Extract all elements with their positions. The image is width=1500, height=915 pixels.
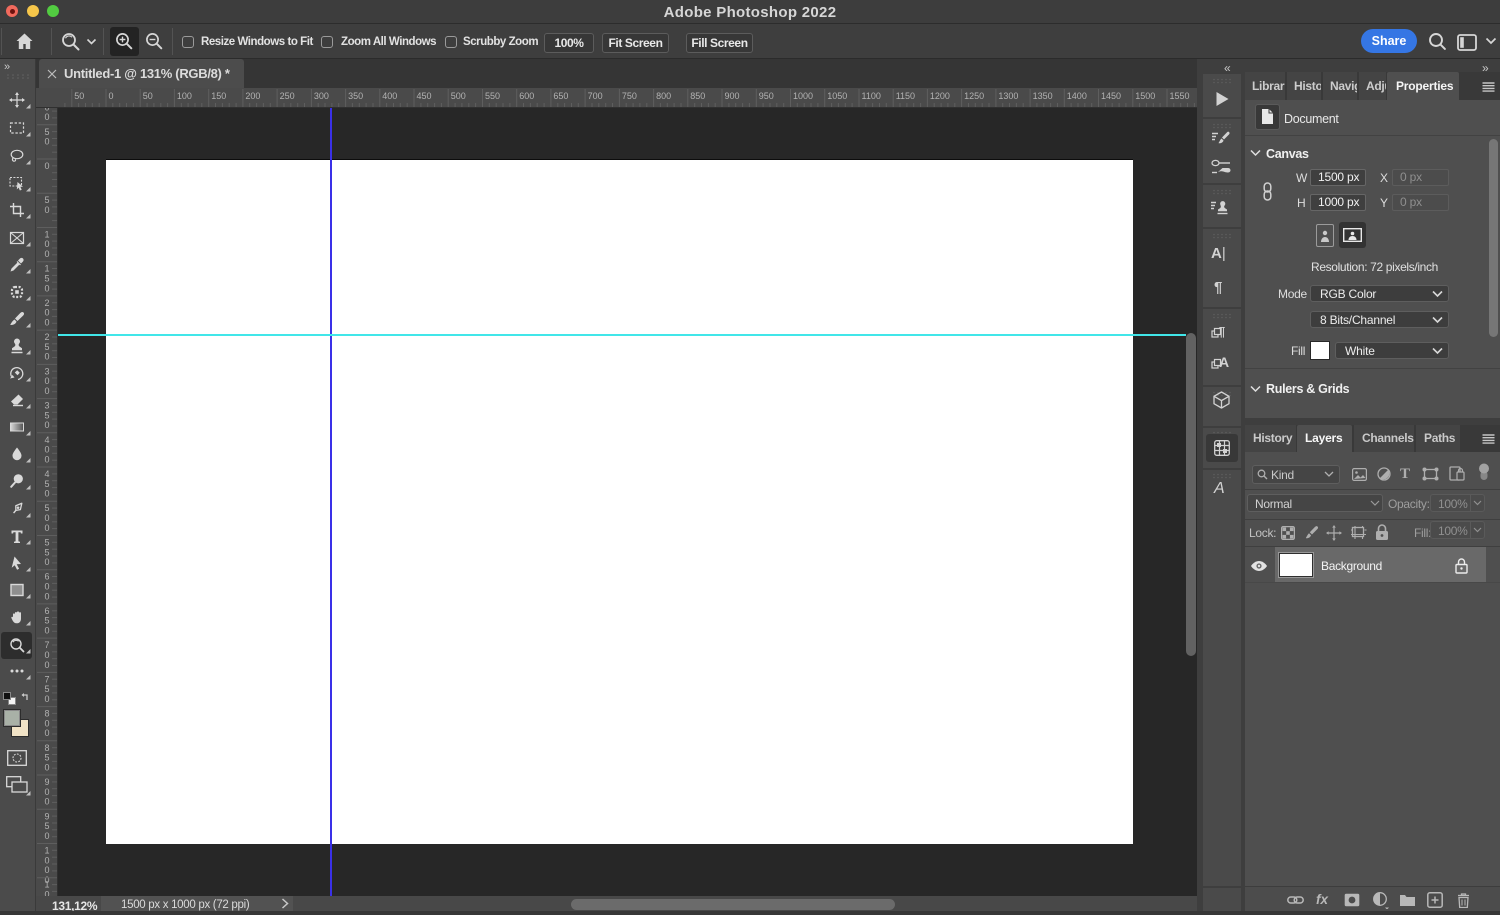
svg-text:4: 4 xyxy=(44,469,49,479)
svg-text:3: 3 xyxy=(44,401,49,411)
svg-text:2: 2 xyxy=(44,332,49,342)
svg-text:100: 100 xyxy=(177,91,192,101)
svg-text:5: 5 xyxy=(44,616,49,626)
svg-text:950: 950 xyxy=(759,91,774,101)
svg-text:2: 2 xyxy=(44,298,49,308)
svg-text:5: 5 xyxy=(44,503,49,513)
svg-text:8: 8 xyxy=(44,709,49,719)
svg-text:1500: 1500 xyxy=(1135,91,1155,101)
svg-text:200: 200 xyxy=(245,91,260,101)
svg-text:4: 4 xyxy=(44,435,49,445)
svg-text:0: 0 xyxy=(44,386,49,396)
svg-text:150: 150 xyxy=(211,91,226,101)
svg-text:9: 9 xyxy=(44,811,49,821)
svg-text:5: 5 xyxy=(44,821,49,831)
svg-text:0: 0 xyxy=(44,283,49,293)
svg-text:0: 0 xyxy=(44,865,49,875)
svg-text:600: 600 xyxy=(519,91,534,101)
svg-text:5: 5 xyxy=(44,753,49,763)
svg-text:250: 250 xyxy=(280,91,295,101)
svg-text:0: 0 xyxy=(44,626,49,636)
svg-text:5: 5 xyxy=(44,547,49,557)
svg-text:50: 50 xyxy=(143,91,153,101)
svg-text:0: 0 xyxy=(44,352,49,362)
svg-text:5: 5 xyxy=(44,410,49,420)
svg-text:750: 750 xyxy=(622,91,637,101)
svg-text:1250: 1250 xyxy=(964,91,984,101)
svg-text:0: 0 xyxy=(44,249,49,259)
svg-text:300: 300 xyxy=(314,91,329,101)
svg-text:1150: 1150 xyxy=(896,91,915,101)
svg-text:50: 50 xyxy=(74,91,84,101)
svg-text:0: 0 xyxy=(44,454,49,464)
svg-text:0: 0 xyxy=(109,91,114,101)
svg-text:6: 6 xyxy=(44,606,49,616)
svg-text:1400: 1400 xyxy=(1067,91,1087,101)
svg-text:1300: 1300 xyxy=(998,91,1018,101)
svg-text:450: 450 xyxy=(417,91,432,101)
svg-text:0: 0 xyxy=(44,557,49,567)
svg-text:5: 5 xyxy=(44,479,49,489)
svg-text:0: 0 xyxy=(44,787,49,797)
svg-text:0: 0 xyxy=(44,728,49,738)
svg-text:1: 1 xyxy=(44,264,49,274)
svg-text:1350: 1350 xyxy=(1033,91,1053,101)
svg-text:7: 7 xyxy=(44,674,49,684)
svg-text:1: 1 xyxy=(44,880,49,890)
svg-text:0: 0 xyxy=(44,591,49,601)
svg-text:500: 500 xyxy=(451,91,466,101)
svg-text:0: 0 xyxy=(44,137,49,147)
svg-text:0: 0 xyxy=(44,582,49,592)
svg-text:0: 0 xyxy=(44,161,49,171)
svg-text:6: 6 xyxy=(44,572,49,582)
svg-text:0: 0 xyxy=(44,112,49,122)
svg-text:550: 550 xyxy=(485,91,500,101)
svg-text:0: 0 xyxy=(44,205,49,215)
svg-text:5: 5 xyxy=(44,127,49,137)
svg-text:0: 0 xyxy=(44,239,49,249)
svg-text:7: 7 xyxy=(44,640,49,650)
svg-text:400: 400 xyxy=(382,91,397,101)
svg-text:0: 0 xyxy=(44,650,49,660)
svg-text:1: 1 xyxy=(44,846,49,856)
svg-text:0: 0 xyxy=(44,489,49,499)
svg-text:5: 5 xyxy=(44,342,49,352)
svg-text:0: 0 xyxy=(44,831,49,841)
svg-text:0: 0 xyxy=(44,420,49,430)
svg-text:1050: 1050 xyxy=(827,91,847,101)
svg-text:1: 1 xyxy=(44,229,49,239)
svg-text:350: 350 xyxy=(348,91,363,101)
svg-text:5: 5 xyxy=(44,538,49,548)
svg-text:5: 5 xyxy=(44,195,49,205)
svg-text:0: 0 xyxy=(44,308,49,318)
svg-text:900: 900 xyxy=(725,91,740,101)
svg-text:800: 800 xyxy=(656,91,671,101)
svg-text:8: 8 xyxy=(44,743,49,753)
svg-text:1550: 1550 xyxy=(1170,91,1190,101)
svg-text:0: 0 xyxy=(44,718,49,728)
svg-text:0: 0 xyxy=(44,318,49,328)
svg-text:3: 3 xyxy=(44,366,49,376)
svg-text:650: 650 xyxy=(553,91,568,101)
svg-text:0: 0 xyxy=(44,797,49,807)
svg-text:1100: 1100 xyxy=(862,91,881,101)
svg-text:0: 0 xyxy=(44,523,49,533)
svg-text:0: 0 xyxy=(44,376,49,386)
svg-text:0: 0 xyxy=(44,762,49,772)
svg-text:5: 5 xyxy=(44,274,49,284)
svg-text:700: 700 xyxy=(588,91,603,101)
svg-text:0: 0 xyxy=(44,660,49,670)
svg-text:0: 0 xyxy=(44,445,49,455)
svg-text:850: 850 xyxy=(690,91,705,101)
svg-text:9: 9 xyxy=(44,777,49,787)
svg-text:0: 0 xyxy=(44,855,49,865)
svg-text:1450: 1450 xyxy=(1101,91,1121,101)
svg-text:1000: 1000 xyxy=(793,91,813,101)
svg-text:0: 0 xyxy=(44,513,49,523)
svg-text:5: 5 xyxy=(44,684,49,694)
svg-text:0: 0 xyxy=(44,694,49,704)
svg-text:1200: 1200 xyxy=(930,91,950,101)
